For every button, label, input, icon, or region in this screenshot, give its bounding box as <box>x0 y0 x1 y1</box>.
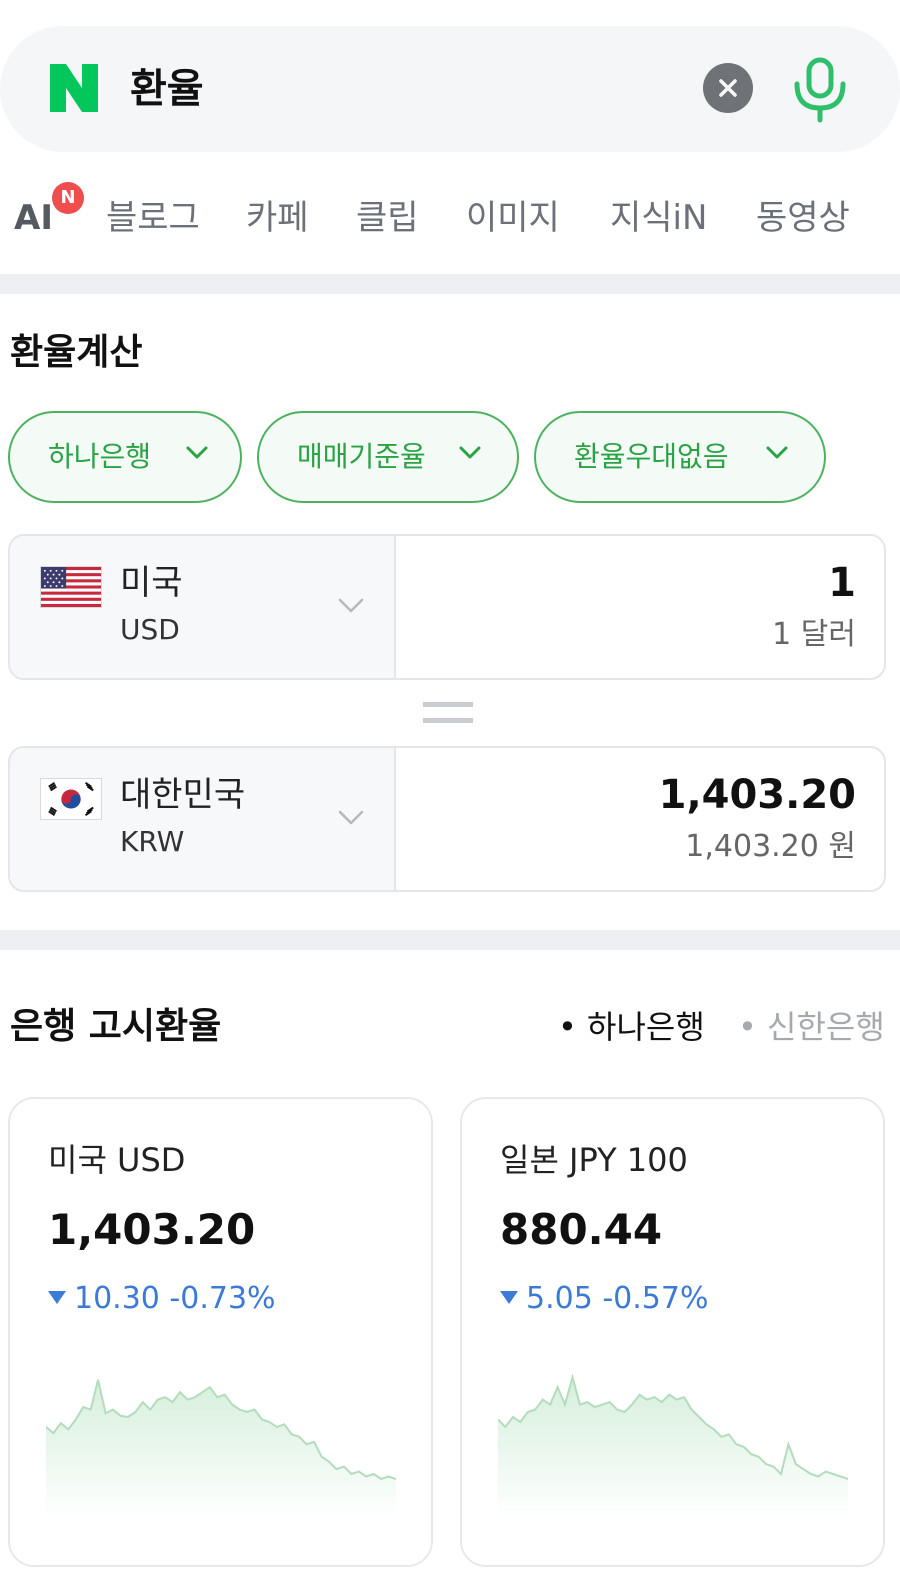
kr-flag-icon <box>40 778 102 820</box>
card-rate-value: 880.44 <box>500 1205 663 1254</box>
from-currency-code: USD <box>120 613 180 646</box>
naver-logo-icon[interactable] <box>46 60 102 116</box>
equals-icon <box>423 702 473 723</box>
sparkline-area <box>46 1379 396 1519</box>
bank-option-shinhan[interactable]: • 신한은행 <box>738 1006 885 1048</box>
rate-type-chip[interactable]: 매매기준율 <box>257 411 519 503</box>
from-currency-select[interactable]: 미국 USD <box>10 536 396 678</box>
card-title: 미국 USD <box>48 1141 186 1179</box>
down-triangle-icon <box>500 1291 518 1304</box>
tab-ai[interactable]: AI <box>14 190 53 246</box>
search-tabs: AI 블로그 카페 클립 이미지 지식iN 동영상 <box>0 190 900 250</box>
search-query[interactable]: 환율 <box>130 64 204 114</box>
tab-video[interactable]: 동영상 <box>756 190 850 246</box>
ai-new-badge: N <box>52 182 84 214</box>
clear-icon[interactable] <box>703 63 753 113</box>
to-country-name: 대한민국 <box>120 775 246 815</box>
card-title: 일본 JPY 100 <box>500 1141 688 1179</box>
preferential-rate-chip[interactable]: 환율우대없음 <box>534 411 826 503</box>
card-change: 5.05 -0.57% <box>500 1279 708 1319</box>
card-rate-value: 1,403.20 <box>48 1205 256 1254</box>
bank-rates-title: 은행 고시환율 <box>10 1006 222 1047</box>
from-currency-box: 미국 USD 1 1 달러 <box>8 534 886 680</box>
to-amount-value[interactable]: 1,403.20 <box>659 770 856 820</box>
from-amount-input[interactable]: 1 <box>828 558 856 608</box>
tab-kin[interactable]: 지식iN <box>610 190 707 246</box>
bank-select-chip[interactable]: 하나은행 <box>8 411 242 503</box>
chevron-down-icon <box>186 446 208 459</box>
to-currency-code: KRW <box>120 825 185 858</box>
rate-card-jpy[interactable]: 일본 JPY 100 880.44 5.05 -0.57% <box>460 1097 885 1567</box>
bank-option-hana[interactable]: • 하나은행 <box>558 1006 705 1048</box>
us-flag-icon <box>40 566 102 608</box>
chip-label: 환율우대없음 <box>574 440 729 473</box>
to-currency-box: 대한민국 KRW 1,403.20 1,403.20 원 <box>8 746 886 892</box>
calculator-title: 환율계산 <box>10 332 143 373</box>
sparkline-chart <box>498 1373 848 1519</box>
chip-label: 하나은행 <box>48 440 152 473</box>
card-change: 10.30 -0.73% <box>48 1279 276 1319</box>
to-amount-text: 1,403.20 원 <box>685 829 856 864</box>
search-bar[interactable]: 환율 <box>0 26 900 152</box>
tab-clip[interactable]: 클립 <box>356 190 419 246</box>
tab-image[interactable]: 이미지 <box>466 190 560 246</box>
chevron-down-icon <box>338 810 364 825</box>
chevron-down-icon <box>766 446 788 459</box>
section-divider <box>0 274 900 294</box>
rate-card-usd[interactable]: 미국 USD 1,403.20 10.30 -0.73% <box>8 1097 433 1567</box>
to-currency-select[interactable]: 대한민국 KRW <box>10 748 396 890</box>
chevron-down-icon <box>459 446 481 459</box>
down-triangle-icon <box>48 1291 66 1304</box>
microphone-icon[interactable] <box>790 54 850 126</box>
card-change-text: 10.30 -0.73% <box>74 1281 276 1316</box>
chevron-down-icon <box>338 598 364 613</box>
section-divider <box>0 930 900 950</box>
sparkline-chart <box>46 1379 396 1519</box>
chip-label: 매매기준율 <box>297 440 426 473</box>
sparkline-area <box>498 1377 848 1519</box>
tab-cafe[interactable]: 카페 <box>246 190 309 246</box>
card-change-text: 5.05 -0.57% <box>526 1281 709 1316</box>
from-country-name: 미국 <box>120 563 183 603</box>
tab-blog[interactable]: 블로그 <box>106 190 200 246</box>
from-amount-text: 1 달러 <box>772 617 856 652</box>
